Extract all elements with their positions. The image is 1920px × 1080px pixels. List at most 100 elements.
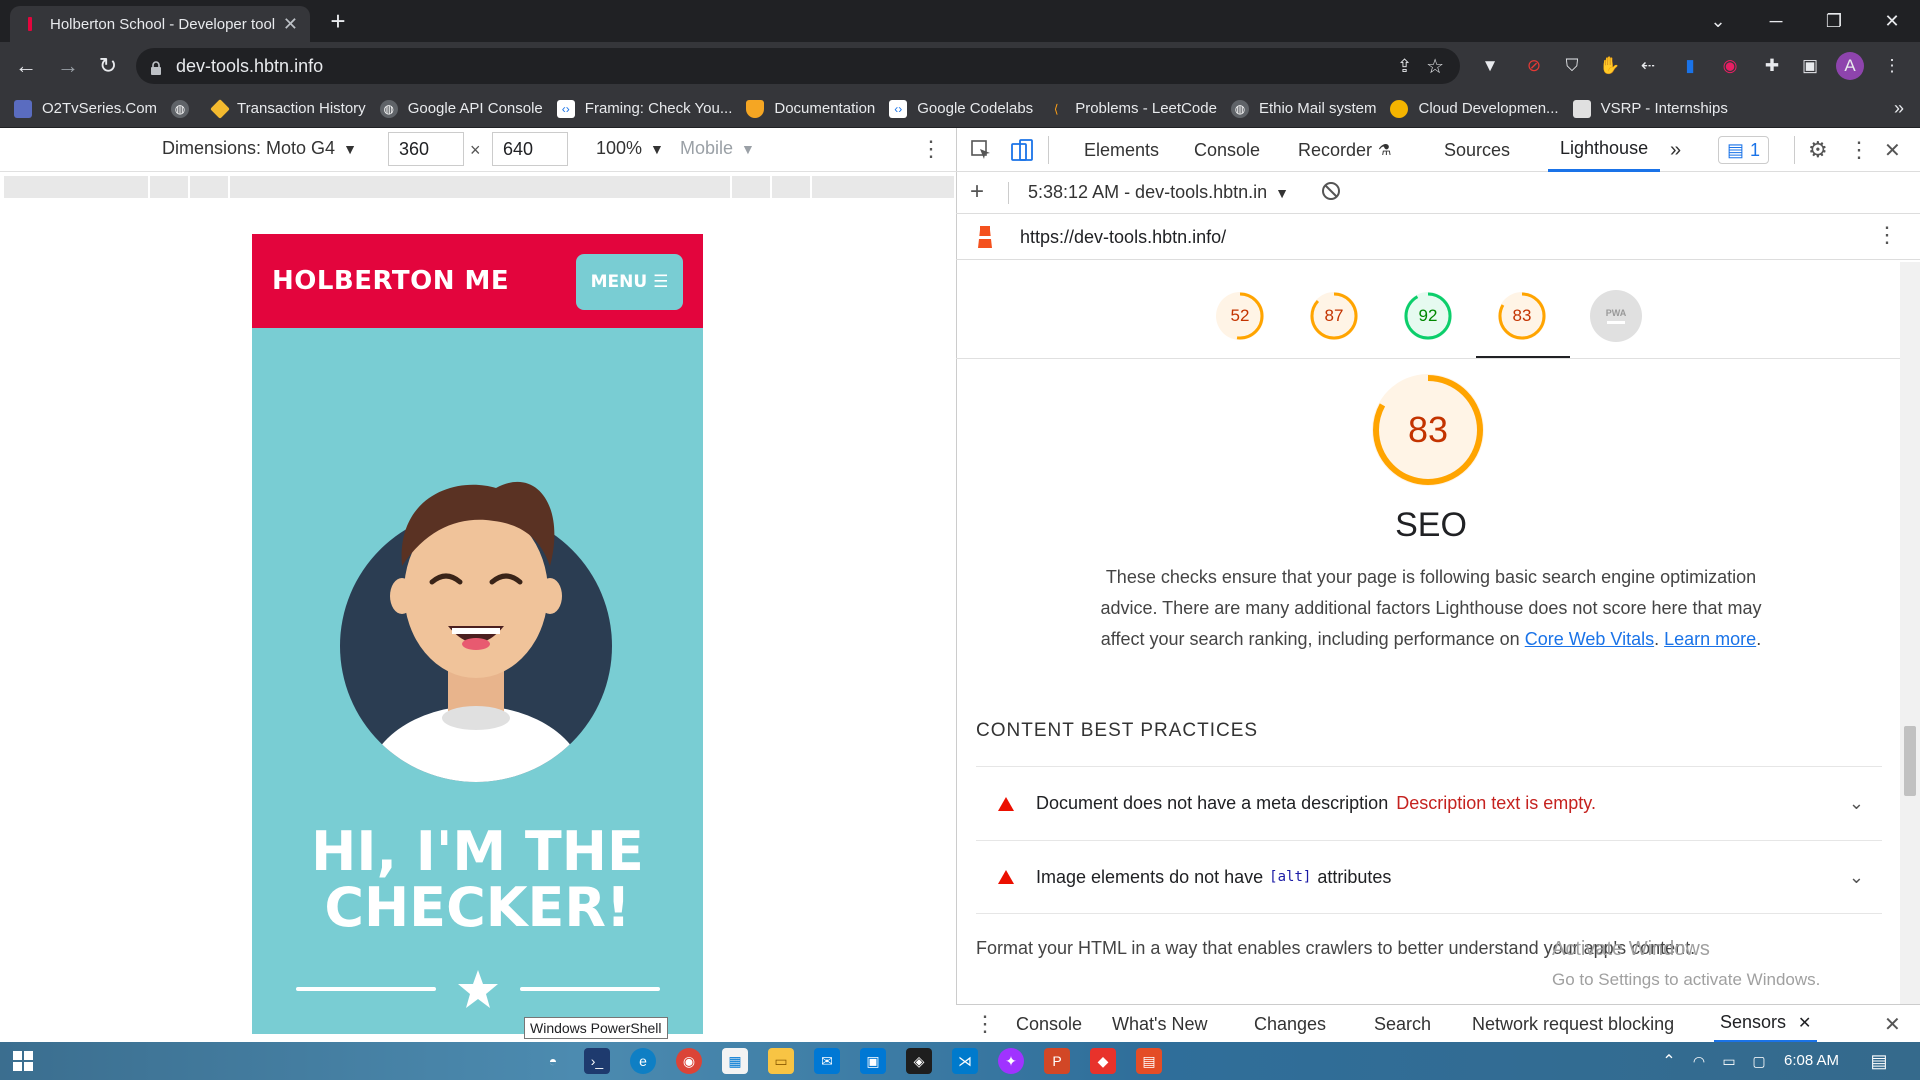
store-icon[interactable]: ▦ bbox=[722, 1048, 748, 1074]
new-report-plus-icon[interactable]: + bbox=[970, 178, 984, 206]
close-tab-icon[interactable]: ✕ bbox=[1798, 1013, 1811, 1033]
forward-button[interactable]: → bbox=[52, 50, 84, 82]
inspect-element-icon[interactable] bbox=[970, 128, 992, 172]
bookmark-documentation[interactable]: Documentation bbox=[746, 99, 875, 118]
powershell-icon[interactable]: ›_ bbox=[584, 1048, 610, 1074]
scrollbar-thumb[interactable] bbox=[1904, 726, 1916, 796]
reload-button[interactable]: ↻ bbox=[92, 50, 124, 82]
audit-image-alt[interactable]: Image elements do not have [alt] attribu… bbox=[976, 840, 1882, 914]
close-tab-icon[interactable]: ✕ bbox=[283, 14, 298, 35]
ruler-segment[interactable] bbox=[150, 176, 190, 198]
drawer-tab-network-request-blocking[interactable]: Network request blocking bbox=[1472, 1005, 1674, 1043]
close-window-button[interactable]: ✕ bbox=[1864, 0, 1920, 42]
calendar-app-icon[interactable]: ▤ bbox=[1136, 1048, 1162, 1074]
back-button[interactable]: ← bbox=[10, 50, 42, 82]
device-dimensions-select[interactable]: Dimensions: Moto G4 ▼ bbox=[162, 138, 357, 159]
bookmark-transaction-history[interactable]: Transaction History bbox=[210, 98, 366, 119]
browser-tab-active[interactable]: Holberton School - Developer tools ✕ bbox=[10, 6, 310, 42]
browser-menu-icon[interactable]: ⋮ bbox=[1878, 52, 1906, 80]
chevron-down-icon[interactable]: ⌄ bbox=[1849, 867, 1864, 888]
adobe-icon[interactable]: ◆ bbox=[1090, 1048, 1116, 1074]
windows-start-icon[interactable] bbox=[10, 1048, 36, 1074]
close-drawer-icon[interactable]: ✕ bbox=[1884, 1005, 1901, 1043]
restore-window-button[interactable]: ❐ bbox=[1806, 0, 1862, 42]
tab-recorder[interactable]: Recorder ⚗ bbox=[1298, 128, 1391, 172]
extensions-puzzle-icon[interactable]: ✚ bbox=[1758, 52, 1786, 80]
show-hidden-icons-chevron-icon[interactable]: ⌃ bbox=[1656, 1048, 1682, 1074]
zoom-select[interactable]: 100% ▼ bbox=[596, 138, 664, 159]
ruler-segment[interactable] bbox=[772, 176, 812, 198]
blue-app-icon[interactable]: ▣ bbox=[860, 1048, 886, 1074]
minimize-window-button[interactable]: ─ bbox=[1748, 0, 1804, 42]
bookmark-globe[interactable]: ◍ bbox=[171, 99, 199, 118]
battery-icon[interactable]: ▭ bbox=[1716, 1048, 1742, 1074]
media-query-ruler[interactable] bbox=[4, 176, 954, 198]
ruler-segment[interactable] bbox=[4, 176, 150, 198]
tab-sources[interactable]: Sources bbox=[1444, 128, 1510, 172]
tab-elements[interactable]: Elements bbox=[1084, 128, 1159, 172]
messenger-icon[interactable]: ✦ bbox=[998, 1048, 1024, 1074]
device-width-input[interactable]: 360 bbox=[388, 132, 464, 166]
meet-icon[interactable]: ▢ bbox=[1746, 1048, 1772, 1074]
pwa-gauge[interactable]: PWA bbox=[1590, 290, 1642, 342]
bookmark-google-api-console[interactable]: ◍ Google API Console bbox=[379, 99, 543, 118]
vue-devtools-extension-icon[interactable]: ▼ bbox=[1476, 52, 1504, 80]
bookmark-star-icon[interactable]: ☆ bbox=[1426, 54, 1444, 79]
device-height-input[interactable]: 640 bbox=[492, 132, 568, 166]
blocker-extension-icon[interactable]: ⊘ bbox=[1520, 52, 1548, 80]
chrome-icon[interactable]: ◉ bbox=[676, 1048, 702, 1074]
chevron-down-icon[interactable]: ⌄ bbox=[1849, 793, 1864, 814]
core-web-vitals-link[interactable]: Core Web Vitals bbox=[1525, 629, 1654, 649]
file-explorer-icon[interactable]: ▭ bbox=[768, 1048, 794, 1074]
taskbar-clock[interactable]: 6:08 AM bbox=[1784, 1052, 1839, 1069]
ruler-segment[interactable] bbox=[732, 176, 772, 198]
arrow-extension-icon[interactable]: ⇠ bbox=[1634, 52, 1662, 80]
report-menu-icon[interactable]: ⋮ bbox=[1876, 222, 1898, 248]
site-brand[interactable]: HOLBERTON ME bbox=[272, 266, 509, 296]
blue-extension-icon[interactable]: ▮ bbox=[1676, 52, 1704, 80]
throttling-select[interactable]: Mobile ▼ bbox=[680, 138, 755, 159]
more-tabs-button[interactable]: » bbox=[1670, 128, 1681, 172]
color-picker-extension-icon[interactable]: ◉ bbox=[1716, 52, 1744, 80]
learn-more-link[interactable]: Learn more bbox=[1664, 629, 1756, 649]
tab-console[interactable]: Console bbox=[1194, 128, 1260, 172]
report-url[interactable]: https://dev-tools.hbtn.info/ bbox=[1020, 227, 1226, 248]
device-toggle-icon[interactable] bbox=[1010, 128, 1034, 172]
share-icon[interactable]: ⇪ bbox=[1397, 56, 1412, 77]
devtools-menu-icon[interactable]: ⋮ bbox=[1848, 128, 1870, 172]
close-devtools-icon[interactable]: ✕ bbox=[1884, 128, 1901, 172]
bookmark-framing[interactable]: ‹› Framing: Check You... bbox=[556, 99, 732, 118]
tab-lighthouse[interactable]: Lighthouse bbox=[1548, 128, 1661, 172]
device-toolbar-menu-icon[interactable]: ⋮ bbox=[920, 136, 942, 162]
bookmark-leetcode[interactable]: ⟨ Problems - LeetCode bbox=[1047, 100, 1217, 118]
app-icon[interactable]: ◓ bbox=[540, 1048, 566, 1074]
new-tab-button[interactable]: + bbox=[324, 8, 352, 36]
address-bar[interactable]: dev-tools.hbtn.info ⇪ ☆ bbox=[136, 48, 1460, 84]
drawer-tab-console[interactable]: Console bbox=[1016, 1005, 1082, 1043]
drawer-tab-search[interactable]: Search bbox=[1374, 1005, 1431, 1043]
drawer-tab-changes[interactable]: Changes bbox=[1254, 1005, 1326, 1043]
bookmarks-overflow-button[interactable]: » bbox=[1894, 98, 1904, 119]
side-panel-icon[interactable]: ▣ bbox=[1796, 52, 1824, 80]
notification-icon[interactable]: ▤ bbox=[1866, 1048, 1892, 1074]
drawer-tab-sensors[interactable]: Sensors ✕ bbox=[1714, 1005, 1818, 1043]
audit-meta-description[interactable]: Document does not have a meta descriptio… bbox=[976, 766, 1882, 840]
bookmark-cloud-development[interactable]: Cloud Developmen... bbox=[1390, 99, 1559, 118]
figma-icon[interactable]: ◈ bbox=[906, 1048, 932, 1074]
wifi-icon[interactable]: ◠ bbox=[1686, 1048, 1712, 1074]
report-selector[interactable]: 5:38:12 AM - dev-tools.hbtn.in ▼ bbox=[1028, 182, 1289, 203]
site-menu-button[interactable]: MENU ☰ bbox=[576, 254, 683, 310]
drawer-menu-icon[interactable]: ⋮ bbox=[974, 1005, 996, 1043]
issues-badge[interactable]: ▤ 1 bbox=[1718, 136, 1770, 164]
profile-avatar[interactable]: A bbox=[1836, 52, 1864, 80]
bookmark-o2tvseries[interactable]: O2TvSeries.Com bbox=[14, 99, 157, 118]
edge-icon[interactable]: e bbox=[630, 1048, 656, 1074]
settings-gear-icon[interactable]: ⚙ bbox=[1808, 128, 1828, 172]
hand-extension-icon[interactable]: ✋ bbox=[1596, 52, 1624, 80]
drawer-tab-whats-new[interactable]: What's New bbox=[1112, 1005, 1207, 1043]
mail-icon[interactable]: ✉ bbox=[814, 1048, 840, 1074]
tab-search-icon[interactable]: ⌄ bbox=[1690, 0, 1746, 42]
bookmark-ethio-mail[interactable]: ◍ Ethio Mail system bbox=[1230, 99, 1376, 118]
ruler-segment[interactable] bbox=[190, 176, 230, 198]
powerpoint-icon[interactable]: P bbox=[1044, 1048, 1070, 1074]
